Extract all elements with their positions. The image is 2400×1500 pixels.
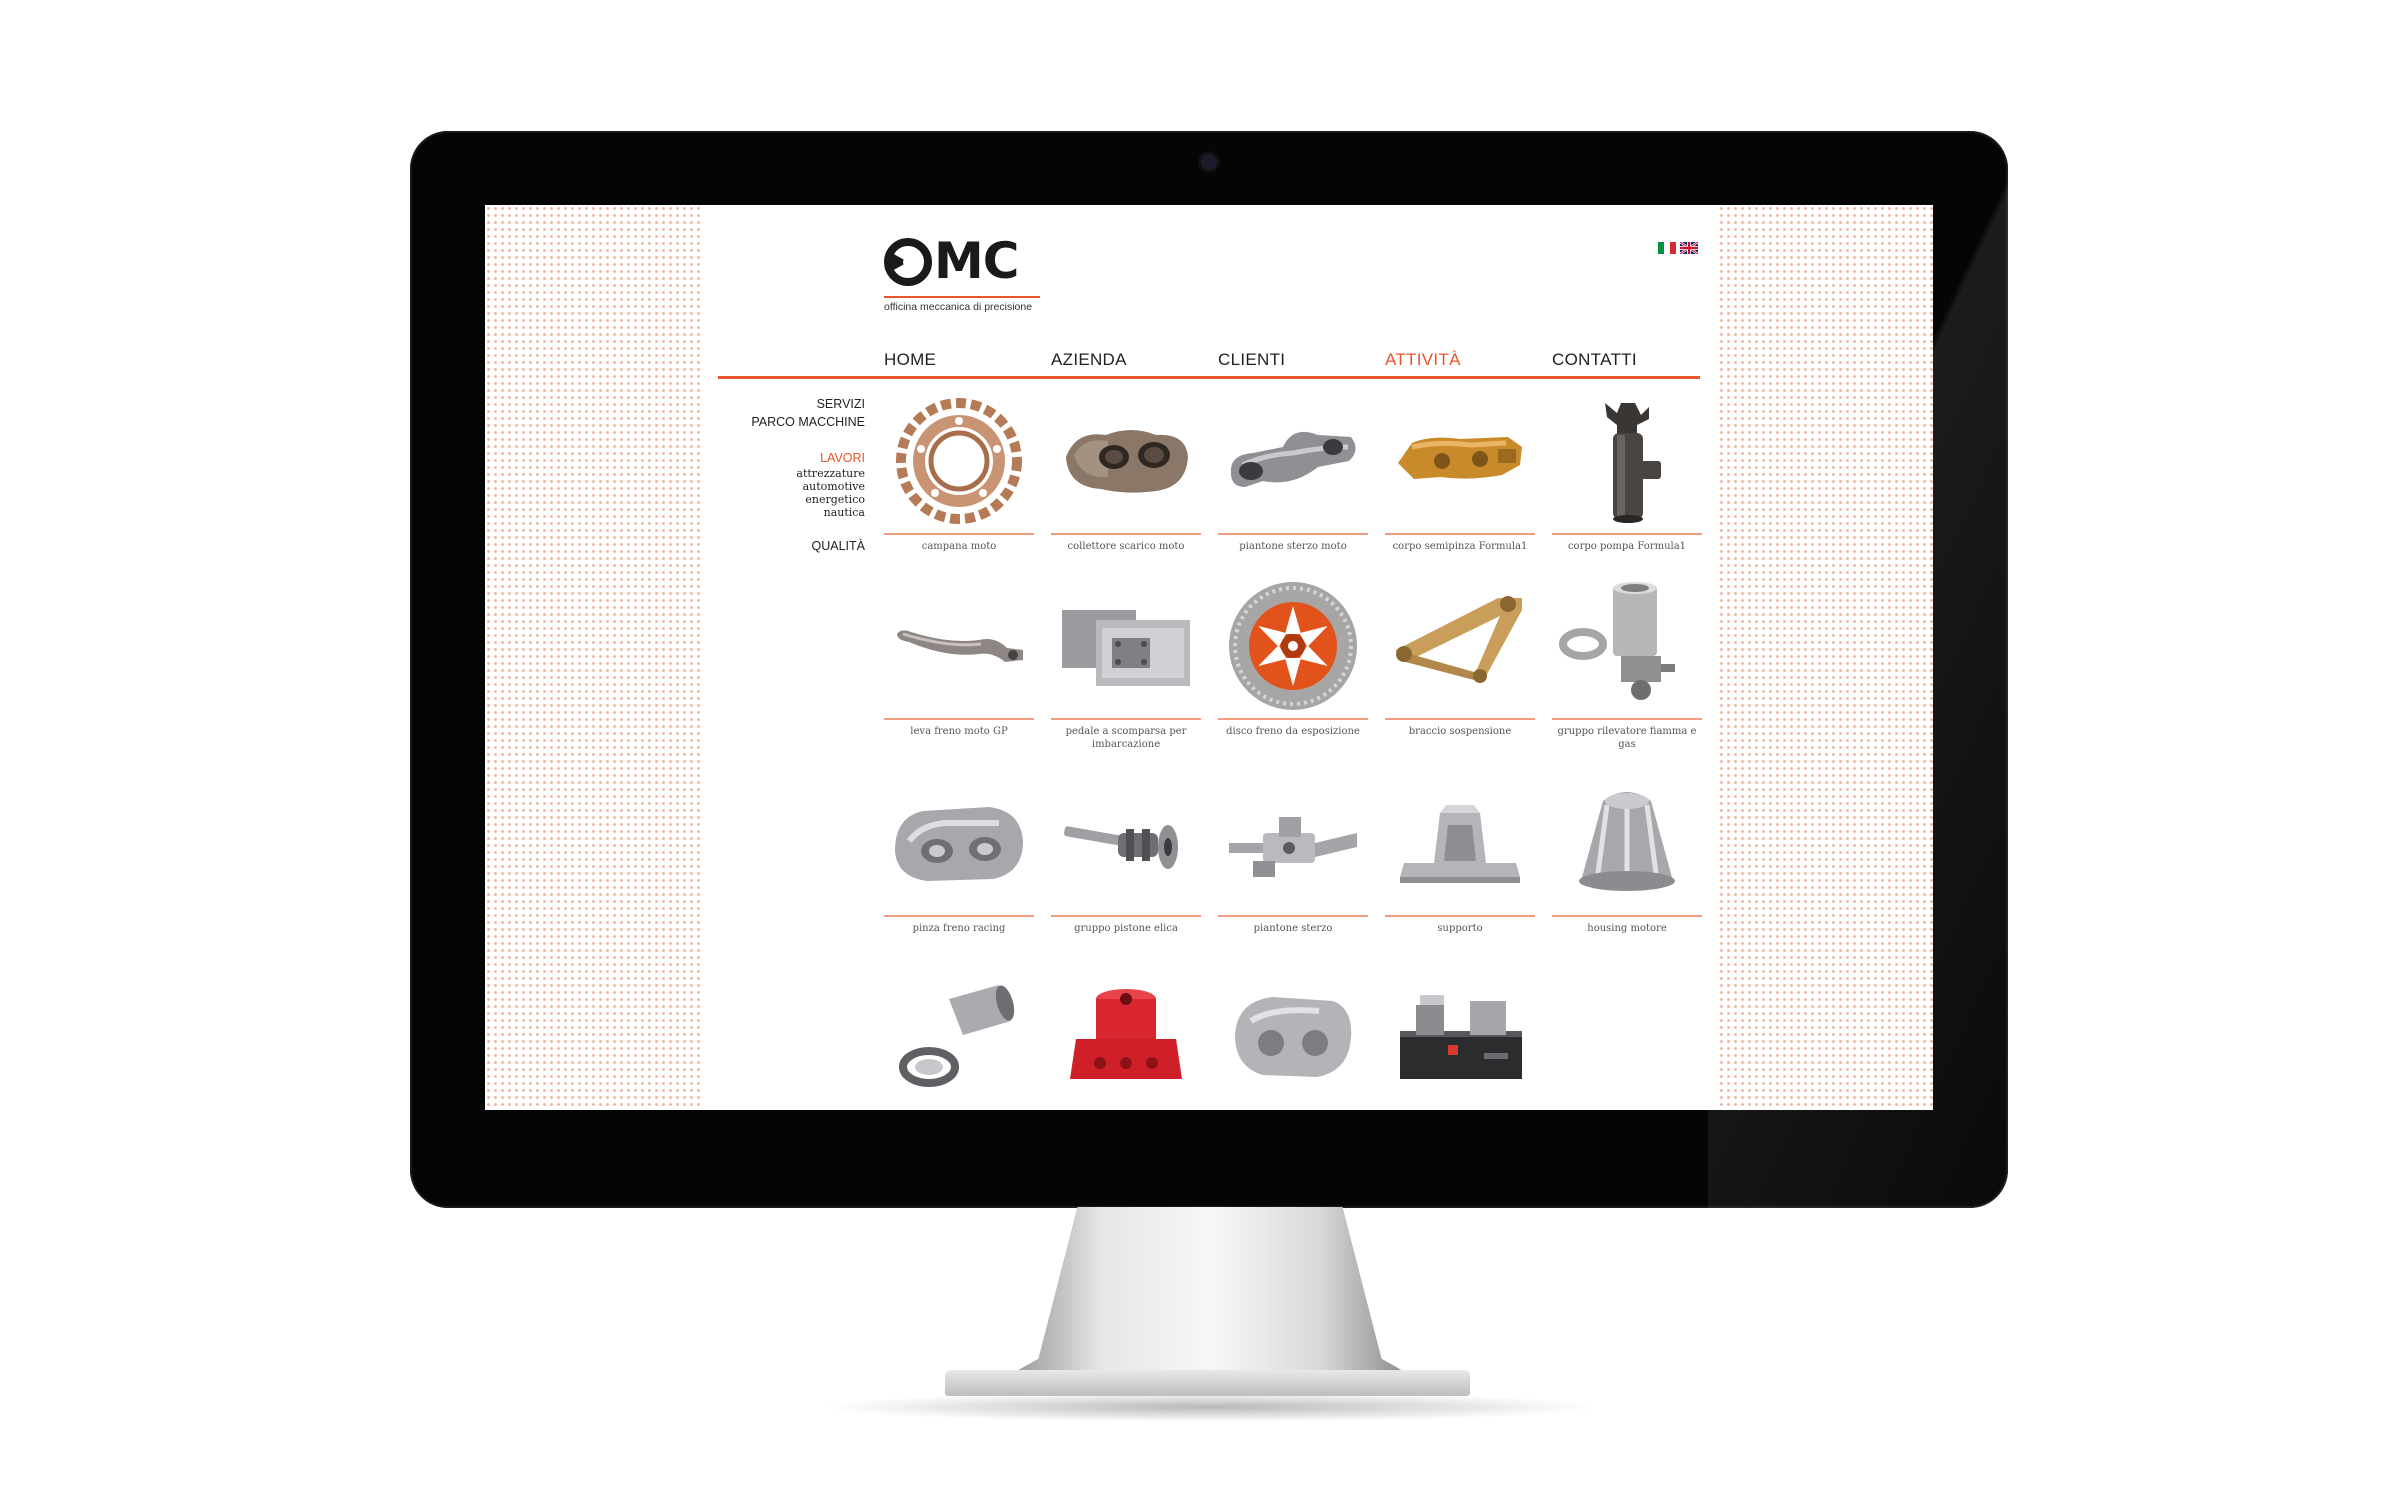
product-card[interactable]: piantone sterzo	[1218, 777, 1368, 947]
nav-underline	[718, 376, 1700, 379]
product-card[interactable]: collettore scarico moto	[1051, 395, 1201, 565]
product-caption: braccio sospensione	[1408, 726, 1512, 737]
product-row: campana moto collettore scarico moto pia…	[884, 395, 1704, 575]
product-caption: leva freno moto GP	[910, 726, 1008, 737]
monitor-base	[945, 1370, 1470, 1396]
product-card[interactable]	[884, 975, 1034, 1110]
red-block-icon	[1056, 975, 1196, 1110]
uk-flag-icon[interactable]	[1680, 242, 1698, 254]
product-caption: campana moto	[921, 541, 997, 552]
monitor-stand	[1015, 1207, 1405, 1372]
nav-contatti[interactable]: CONTATTI	[1552, 350, 1719, 370]
sidebar-item-qualita[interactable]: QUALITÀ	[718, 537, 866, 555]
cylinder-part-icon	[889, 975, 1029, 1110]
page-content: MC officina meccanica di precisione HOME…	[718, 205, 1702, 1110]
nav-attivita[interactable]: ATTIVITÀ	[1385, 350, 1552, 370]
product-caption: supporto	[1437, 923, 1483, 934]
product-caption: piantone sterzo	[1253, 923, 1333, 934]
sub-nav: SERVIZI PARCO MACCHINE LAVORI attrezzatu…	[718, 395, 865, 555]
product-caption: corpo semipinza Formula1	[1392, 541, 1528, 552]
product-card[interactable]: disco freno da esposizione	[1218, 580, 1368, 750]
retractable-pedal-icon	[1056, 580, 1196, 715]
flame-detector-icon	[1557, 580, 1697, 715]
brake-lever-icon	[889, 580, 1029, 715]
sidebar-sub-attrezzature[interactable]: attrezzature	[718, 467, 865, 480]
logo-wordmark: MC	[934, 232, 1019, 290]
brake-disc-carrier-icon	[889, 395, 1029, 530]
website-screen: MC officina meccanica di precisione HOME…	[485, 205, 1933, 1110]
product-row	[884, 975, 1704, 1110]
product-card[interactable]: corpo semipinza Formula1	[1385, 395, 1535, 565]
support-bracket-icon	[1390, 777, 1530, 912]
language-switcher	[1658, 242, 1698, 254]
racing-caliper-icon	[889, 777, 1029, 912]
nav-clienti[interactable]: CLIENTI	[1218, 350, 1385, 370]
nav-home[interactable]: HOME	[884, 350, 1051, 370]
steering-clamp-icon	[1223, 395, 1363, 530]
product-caption: disco freno da esposizione	[1226, 726, 1360, 737]
product-caption: collettore scarico moto	[1067, 541, 1185, 552]
sidebar-item-parco-macchine[interactable]: PARCO MACCHINE	[718, 413, 865, 431]
product-caption: gruppo rilevatore fiamma e gas	[1557, 726, 1697, 750]
omc-logo[interactable]: MC officina meccanica di precisione	[884, 232, 1044, 318]
display-brake-disc-icon	[1223, 580, 1363, 715]
logo-tagline: officina meccanica di precisione	[884, 301, 1033, 313]
product-card[interactable]: leva freno moto GP	[884, 580, 1034, 750]
product-card[interactable]: corpo pompa Formula1	[1552, 395, 1702, 565]
pump-body-icon	[1557, 395, 1697, 530]
product-card[interactable]: pedale a scomparsa per imbarcazione	[1051, 580, 1201, 750]
nav-azienda[interactable]: AZIENDA	[1051, 350, 1218, 370]
product-caption: gruppo pistone elica	[1074, 923, 1178, 934]
product-card[interactable]: supporto	[1385, 777, 1535, 947]
sidebar-sub-automotive[interactable]: automotive	[718, 480, 865, 493]
product-caption: piantone sterzo moto	[1239, 541, 1347, 552]
propeller-piston-icon	[1056, 777, 1196, 912]
product-caption: pedale a scomparsa per imbarcazione	[1065, 726, 1187, 750]
sidebar-sub-energetico[interactable]: energetico	[718, 493, 865, 506]
product-caption: housing motore	[1587, 923, 1667, 934]
product-card[interactable]: campana moto	[884, 395, 1034, 565]
italy-flag-icon[interactable]	[1658, 242, 1676, 254]
product-card[interactable]	[1051, 975, 1201, 1110]
logo-gear-icon	[884, 238, 932, 286]
sidebar-item-lavori[interactable]: LAVORI	[718, 449, 865, 467]
sidebar-item-servizi[interactable]: SERVIZI	[718, 395, 865, 413]
product-card[interactable]: gruppo rilevatore fiamma e gas	[1552, 580, 1702, 750]
assembly-fixture-icon	[1390, 975, 1530, 1110]
product-card[interactable]	[1218, 975, 1368, 1110]
product-caption: corpo pompa Formula1	[1567, 541, 1687, 552]
main-nav: HOME AZIENDA CLIENTI ATTIVITÀ CONTATTI	[884, 350, 1719, 370]
caliper-half-icon	[1390, 395, 1530, 530]
product-row: pinza freno racing gruppo pistone elica …	[884, 777, 1704, 957]
product-row: leva freno moto GP pedale a scomparsa pe…	[884, 580, 1704, 760]
dot-pattern-left	[485, 205, 700, 1110]
product-caption: pinza freno racing	[912, 923, 1006, 934]
suspension-arm-icon	[1390, 580, 1530, 715]
product-card[interactable]: gruppo pistone elica	[1051, 777, 1201, 947]
motor-housing-icon	[1557, 777, 1697, 912]
product-card[interactable]: braccio sospensione	[1385, 580, 1535, 750]
dot-pattern-right	[1718, 205, 1933, 1110]
exhaust-manifold-icon	[1056, 395, 1196, 530]
product-card[interactable]: piantone sterzo moto	[1218, 395, 1368, 565]
webcam	[1201, 154, 1217, 170]
brake-caliper-icon	[1223, 975, 1363, 1110]
product-card[interactable]	[1385, 975, 1535, 1110]
product-card[interactable]: housing motore	[1552, 777, 1702, 947]
sidebar-sub-nautica[interactable]: nautica	[718, 506, 865, 519]
product-card[interactable]: pinza freno racing	[884, 777, 1034, 947]
steering-column-icon	[1223, 777, 1363, 912]
